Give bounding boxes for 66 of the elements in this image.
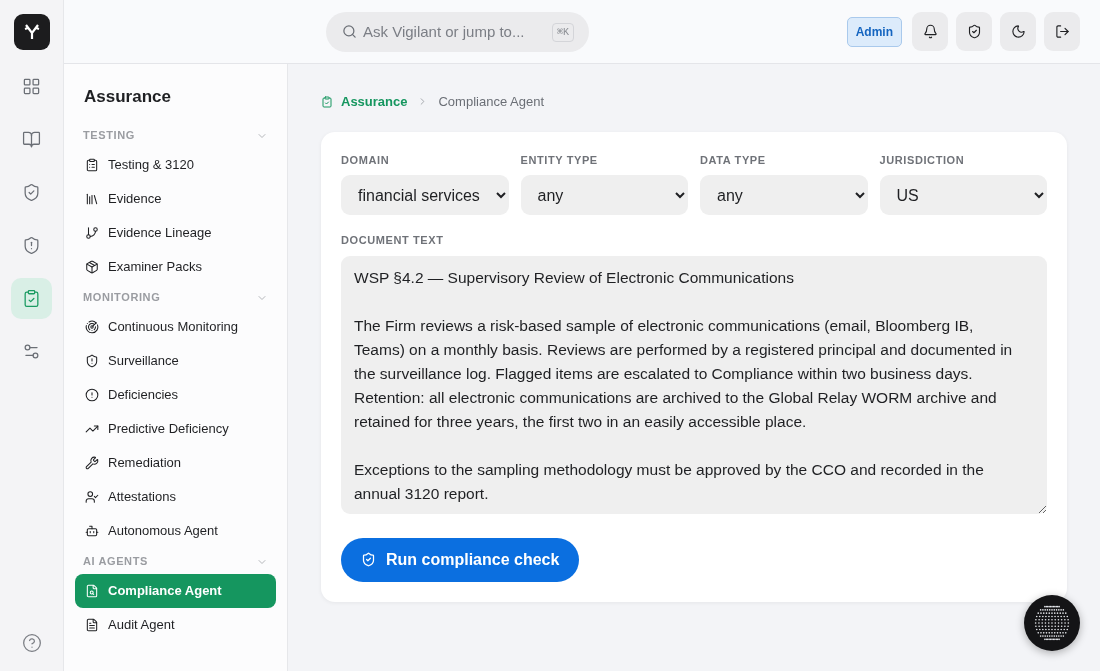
- field-label: DOCUMENT TEXT: [341, 233, 445, 248]
- sidebar-item[interactable]: Evidence Lineage: [75, 215, 276, 250]
- logo-icon: [22, 23, 41, 41]
- field-label: DOMAIN: [341, 152, 391, 168]
- section-title: TESTING: [83, 128, 135, 144]
- breadcrumb-item: Compliance Agent: [438, 93, 544, 111]
- user-check-icon: [85, 489, 99, 504]
- sidebar-item[interactable]: Testing & 3120: [75, 147, 276, 182]
- file-text-icon: [85, 617, 99, 632]
- dashboard-icon: [22, 77, 41, 96]
- help-icon[interactable]: [21, 633, 42, 653]
- sidebar-item[interactable]: Surveillance: [75, 343, 276, 378]
- document-text-field[interactable]: WSP §4.2 — Supervisory Review of Electronic Communications The Firm reviews a risk-based sample of electronic communications (email, Bloomberg IB, Teams) on a monthly basis. Reviews are performed by a registered principal and documented in the surveillance log. Flagged items are escalated to Compliance within two business days. Retention: all electronic communications are archived to the Global Relay WORM archive and retained for three years, the first two in an easily accessible place. Exceptions to the sampling methodology must be approved by the CCO and recorded in the annual 3120 report.: [341, 255, 1047, 514]
- logout-button[interactable]: [1044, 12, 1080, 51]
- rail-nav-button[interactable]: [11, 278, 52, 319]
- package-icon: [85, 259, 99, 274]
- search-icon: [342, 23, 357, 39]
- bell-icon: [922, 24, 938, 39]
- branch-icon: [85, 225, 99, 240]
- clipboard-check-icon: [321, 95, 333, 108]
- logout-icon: [1054, 24, 1070, 39]
- shield-check-icon: [966, 24, 982, 39]
- moon-icon: [1010, 24, 1026, 39]
- section-title: MONITORING: [83, 290, 161, 306]
- shield-check-icon: [22, 183, 41, 202]
- shortcut-hint: ⌘K: [551, 22, 574, 42]
- field-label: ENTITY TYPE: [520, 152, 599, 168]
- sidebar-item[interactable]: Examiner Packs: [75, 249, 276, 284]
- library-icon: [85, 191, 99, 206]
- run-check-button[interactable]: Run compliance check: [341, 537, 580, 582]
- alert-circle-icon: [85, 387, 99, 402]
- shield-alert-icon: [22, 236, 41, 255]
- notifications-button[interactable]: [912, 12, 948, 51]
- field-label: JURISDICTION: [879, 152, 966, 168]
- filter-select[interactable]: any: [700, 175, 868, 215]
- sidebar-item[interactable]: Predictive Deficiency: [75, 411, 276, 446]
- sidebar-item[interactable]: Compliance Agent: [75, 573, 276, 608]
- sidebar-item[interactable]: Continuous Monitoring: [75, 309, 276, 344]
- sidebar-item[interactable]: Attestations: [75, 479, 276, 514]
- sliders-icon: [22, 342, 41, 361]
- file-search-icon: [85, 583, 99, 598]
- field-label: DATA TYPE: [700, 152, 767, 168]
- assistant-button[interactable]: [1024, 595, 1080, 651]
- filter-select[interactable]: any: [520, 175, 688, 215]
- wrench-icon: [85, 455, 99, 470]
- section-title: AI AGENTS: [83, 554, 148, 570]
- filter-select[interactable]: financial services: [341, 175, 509, 215]
- shield-alert-icon: [85, 353, 99, 368]
- globe-icon: [1032, 603, 1072, 643]
- filter-select[interactable]: US: [879, 175, 1047, 215]
- sidebar-title: Assurance: [83, 86, 172, 108]
- sidebar-item[interactable]: Audit Agent: [75, 607, 276, 642]
- book-icon: [22, 130, 41, 149]
- role-badge: Admin: [846, 16, 902, 47]
- robot-icon: [85, 523, 99, 538]
- radar-icon: [85, 319, 99, 334]
- shield-check-icon: [361, 552, 376, 567]
- clipboard-check-icon: [22, 289, 41, 308]
- app-logo[interactable]: [13, 14, 50, 50]
- sidebar-item[interactable]: Autonomous Agent: [75, 513, 276, 548]
- sidebar-item[interactable]: Remediation: [75, 445, 276, 480]
- sidebar-item[interactable]: Evidence: [75, 181, 276, 216]
- clipboard-list-icon: [85, 157, 99, 172]
- theme-toggle-button[interactable]: [1000, 12, 1036, 51]
- sidebar-item[interactable]: Deficiencies: [75, 377, 276, 412]
- security-button[interactable]: [956, 12, 992, 51]
